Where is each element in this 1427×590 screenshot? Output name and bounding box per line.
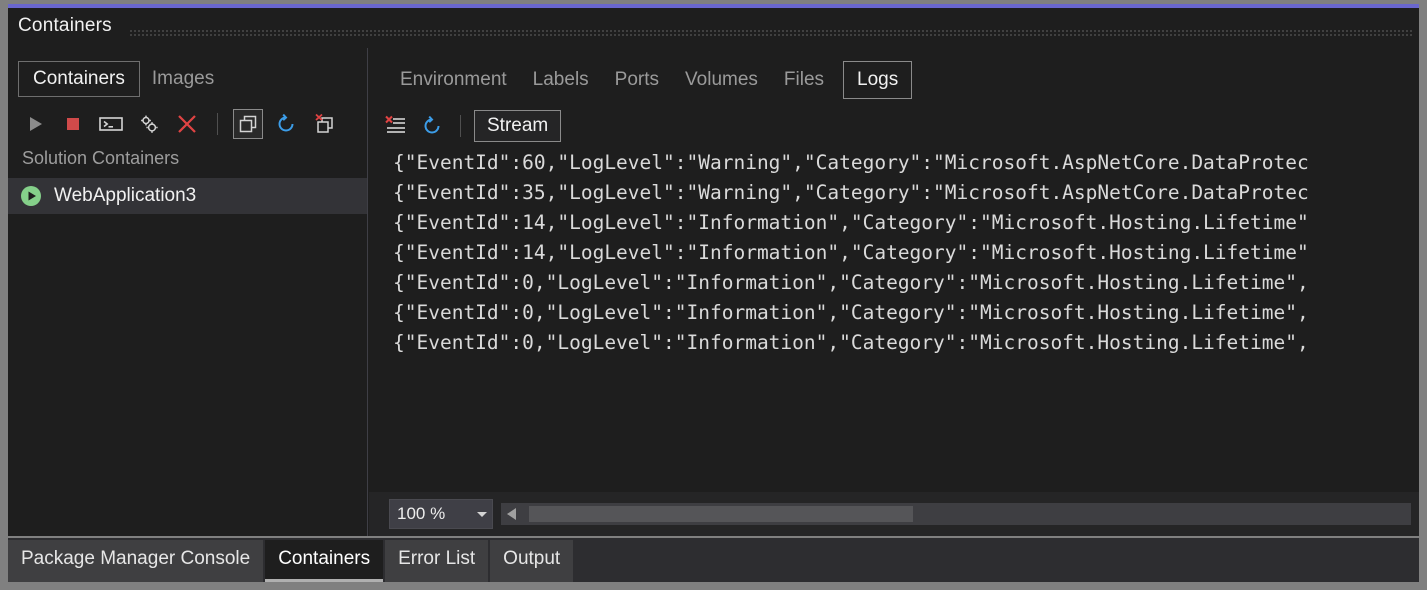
tab-images-label: Images [151, 68, 215, 89]
zoom-level-value: 100 % [397, 504, 446, 523]
dock-tab-label: Package Manager Console [21, 548, 251, 569]
logs-toolbar: Stream [381, 108, 562, 144]
tab-volumes-label: Volumes [685, 69, 758, 90]
tab-labels-label: Labels [532, 69, 589, 90]
containers-list-pane: Containers Images Solution Containers We… [8, 48, 368, 536]
containers-tool-window: Containers Containers Images Solution Co… [8, 8, 1419, 536]
tab-ports[interactable]: Ports [602, 63, 672, 97]
containers-toolbar [20, 106, 339, 142]
clear-list-icon [384, 115, 408, 137]
solution-containers-header: Solution Containers [22, 148, 180, 168]
scroll-left-arrow-icon[interactable] [501, 503, 521, 525]
horizontal-scrollbar-thumb[interactable] [529, 506, 913, 522]
dock-tab-containers[interactable]: Containers [265, 540, 384, 582]
logs-toolbar-separator [460, 115, 461, 137]
start-container-button[interactable] [20, 109, 50, 139]
log-line: {"EventId":0,"LogLevel":"Information","C… [393, 331, 1309, 354]
running-play-icon [20, 185, 42, 207]
show-all-containers-button[interactable] [233, 109, 263, 139]
dock-tab-package-manager-console[interactable]: Package Manager Console [8, 540, 264, 582]
refresh-icon [421, 115, 443, 137]
page-title: Containers [18, 15, 112, 36]
containers-tree: WebApplication3 [8, 178, 367, 214]
log-line: {"EventId":14,"LogLevel":"Information","… [393, 241, 1309, 264]
dock-tab-label: Error List [398, 548, 476, 569]
log-line: {"EventId":0,"LogLevel":"Information","C… [393, 301, 1309, 324]
tab-images[interactable]: Images [140, 62, 226, 96]
container-details-pane: Environment Labels Ports Volumes Files L… [369, 48, 1419, 536]
list-item[interactable]: WebApplication3 [8, 178, 367, 214]
dock-tab-label: Containers [278, 548, 371, 569]
clear-logs-button[interactable] [381, 111, 411, 141]
drag-grip-dots[interactable] [130, 30, 1413, 38]
tool-window-title-row: Containers [8, 8, 1419, 48]
windows-stack-icon [238, 114, 258, 134]
refresh-icon [275, 113, 297, 135]
tab-containers[interactable]: Containers [18, 61, 140, 97]
detail-tab-strip: Environment Labels Ports Volumes Files L… [387, 58, 913, 102]
dock-tab-error-list[interactable]: Error List [385, 540, 489, 582]
remove-container-button[interactable] [172, 109, 202, 139]
terminal-icon [99, 115, 123, 133]
pane-tab-strip: Containers Images [8, 58, 226, 100]
refresh-containers-button[interactable] [271, 109, 301, 139]
log-output-view[interactable]: {"EventId":60,"LogLevel":"Warning","Cate… [369, 148, 1419, 488]
delete-stack-icon [313, 113, 335, 135]
close-x-icon [176, 113, 198, 135]
tab-containers-label: Containers [33, 68, 125, 89]
log-line: {"EventId":35,"LogLevel":"Warning","Cate… [393, 181, 1309, 204]
container-settings-button[interactable] [134, 109, 164, 139]
tab-ports-label: Ports [614, 69, 660, 90]
list-item-label: WebApplication3 [54, 185, 197, 206]
tab-environment-label: Environment [400, 69, 507, 90]
stop-square-icon [64, 115, 82, 133]
stream-button-label: Stream [487, 115, 549, 136]
open-terminal-button[interactable] [96, 109, 126, 139]
log-line: {"EventId":14,"LogLevel":"Information","… [393, 211, 1309, 234]
bottom-dock-tab-strip: Package Manager Console Containers Error… [8, 538, 1419, 582]
tab-files[interactable]: Files [771, 63, 837, 97]
tab-environment[interactable]: Environment [387, 63, 520, 97]
chevron-down-icon [472, 511, 492, 517]
tab-labels[interactable]: Labels [520, 63, 602, 97]
horizontal-scrollbar[interactable] [501, 503, 1411, 525]
play-icon [26, 115, 44, 133]
tab-volumes[interactable]: Volumes [672, 63, 771, 97]
log-view-bottom-strip: 100 % [369, 492, 1419, 536]
prune-containers-button[interactable] [309, 109, 339, 139]
stream-toggle-button[interactable]: Stream [474, 110, 562, 142]
stop-container-button[interactable] [58, 109, 88, 139]
log-line: {"EventId":0,"LogLevel":"Information","C… [393, 271, 1309, 294]
gears-icon [138, 114, 160, 134]
tab-logs-label: Logs [857, 69, 899, 90]
refresh-logs-button[interactable] [417, 111, 447, 141]
dock-tab-label: Output [503, 548, 561, 569]
log-line: {"EventId":60,"LogLevel":"Warning","Cate… [393, 151, 1309, 174]
toolbar-separator [217, 113, 218, 135]
dock-tab-output[interactable]: Output [490, 540, 574, 582]
containers-tool-window-root: Containers Containers Images Solution Co… [0, 0, 1427, 590]
tab-logs[interactable]: Logs [843, 61, 913, 99]
zoom-level-dropdown[interactable]: 100 % [389, 499, 493, 529]
tab-files-label: Files [783, 69, 825, 90]
